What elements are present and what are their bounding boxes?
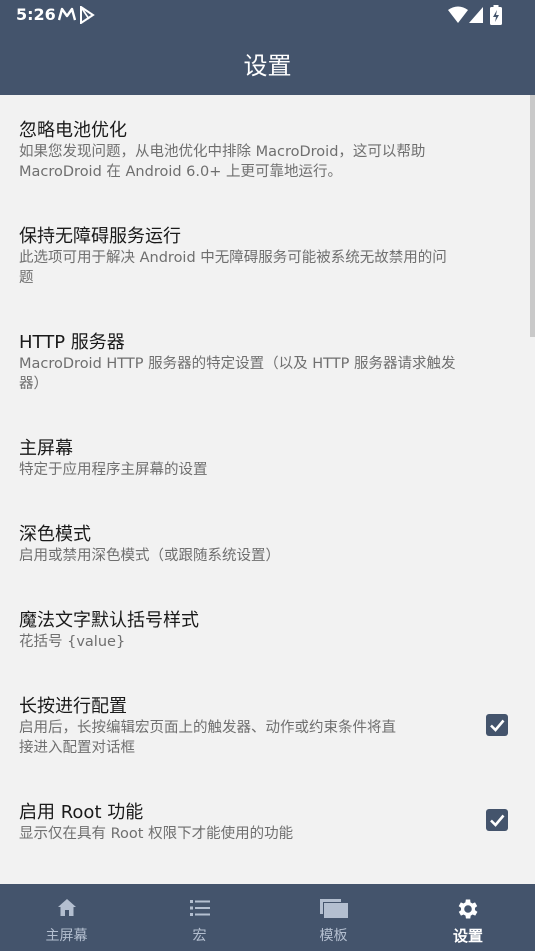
setting-summary: MacroDroid HTTP 服务器的特定设置（以及 HTTP 服务器请求触发 xyxy=(19,356,456,372)
scrollbar-thumb[interactable] xyxy=(530,95,535,337)
setting-title: 深色模式 xyxy=(19,524,91,545)
status-bar: 5:26 xyxy=(0,0,535,30)
home-icon xyxy=(0,896,133,920)
status-time: 5:26 xyxy=(16,5,56,24)
wifi-icon xyxy=(448,6,468,28)
macrodroid-notification-icon xyxy=(57,6,77,26)
setting-enable-root[interactable]: 启用 Root 功能 显示仅在具有 Root 权限下才能使用的功能 xyxy=(0,777,535,884)
setting-title: 长按进行配置 xyxy=(19,696,127,717)
setting-magic-text-brackets[interactable]: 魔法文字默认括号样式 花括号 {value} xyxy=(0,585,535,671)
setting-summary: MacroDroid 在 Android 6.0+ 上更可靠地运行。 xyxy=(19,164,342,180)
enable-root-checkbox[interactable] xyxy=(486,809,508,831)
setting-title: 主屏幕 xyxy=(19,438,73,459)
checkmark-icon xyxy=(490,814,505,827)
setting-title: 忽略电池优化 xyxy=(19,120,127,141)
setting-summary: 花括号 {value} xyxy=(19,634,126,650)
setting-summary: 显示仅在具有 Root 权限下才能使用的功能 xyxy=(19,826,294,842)
settings-list[interactable]: 忽略电池优化 如果您发现问题，从电池优化中排除 MacroDroid，这可以帮助… xyxy=(0,95,535,884)
nav-templates[interactable]: 模板 xyxy=(267,884,400,951)
long-press-checkbox[interactable] xyxy=(486,714,508,736)
app-bar: 设置 xyxy=(0,30,535,95)
setting-summary: 特定于应用程序主屏幕的设置 xyxy=(19,462,208,478)
list-icon xyxy=(133,896,266,920)
setting-title: 启用 Root 功能 xyxy=(19,802,144,823)
battery-charging-icon xyxy=(490,5,502,29)
play-store-icon xyxy=(79,5,95,28)
nav-home[interactable]: 主屏幕 xyxy=(0,884,133,951)
setting-summary: 此选项可用于解决 Android 中无障碍服务可能被系统无故禁用的问 xyxy=(19,250,447,266)
setting-http-server[interactable]: HTTP 服务器 MacroDroid HTTP 服务器的特定设置（以及 HTT… xyxy=(0,307,535,413)
setting-title: HTTP 服务器 xyxy=(19,332,125,353)
setting-summary: 接进入配置对话框 xyxy=(19,740,135,756)
signal-icon xyxy=(468,6,484,28)
nav-label: 设置 xyxy=(452,927,483,945)
setting-summary: 题 xyxy=(19,270,34,286)
setting-summary: 启用后，长按编辑宏页面上的触发器、动作或约束条件将直 xyxy=(19,720,396,736)
templates-icon xyxy=(267,896,400,920)
setting-title: 保持无障碍服务运行 xyxy=(19,226,181,247)
setting-summary: 器） xyxy=(19,376,48,392)
nav-label: 主屏幕 xyxy=(45,928,88,944)
setting-home-screen[interactable]: 主屏幕 特定于应用程序主屏幕的设置 xyxy=(0,413,535,499)
setting-summary: 如果您发现问题，从电池优化中排除 MacroDroid，这可以帮助 xyxy=(19,144,426,160)
gear-icon xyxy=(401,896,535,920)
setting-ignore-battery-optimization[interactable]: 忽略电池优化 如果您发现问题，从电池优化中排除 MacroDroid，这可以帮助… xyxy=(0,95,535,201)
setting-long-press-configure[interactable]: 长按进行配置 启用后，长按编辑宏页面上的触发器、动作或约束条件将直 接进入配置对… xyxy=(0,671,535,777)
page-title: 设置 xyxy=(243,52,292,80)
nav-macros[interactable]: 宏 xyxy=(133,884,266,951)
checkmark-icon xyxy=(490,719,505,732)
nav-label: 模板 xyxy=(319,928,348,944)
setting-summary: 启用或禁用深色模式（或跟随系统设置） xyxy=(19,548,280,564)
nav-settings[interactable]: 设置 xyxy=(401,884,535,951)
setting-keep-accessibility-running[interactable]: 保持无障碍服务运行 此选项可用于解决 Android 中无障碍服务可能被系统无故… xyxy=(0,201,535,307)
nav-label: 宏 xyxy=(192,928,207,944)
setting-title: 魔法文字默认括号样式 xyxy=(19,610,199,631)
bottom-navigation: 主屏幕 宏 模板 设置 xyxy=(0,884,535,951)
setting-dark-mode[interactable]: 深色模式 启用或禁用深色模式（或跟随系统设置） xyxy=(0,499,535,585)
